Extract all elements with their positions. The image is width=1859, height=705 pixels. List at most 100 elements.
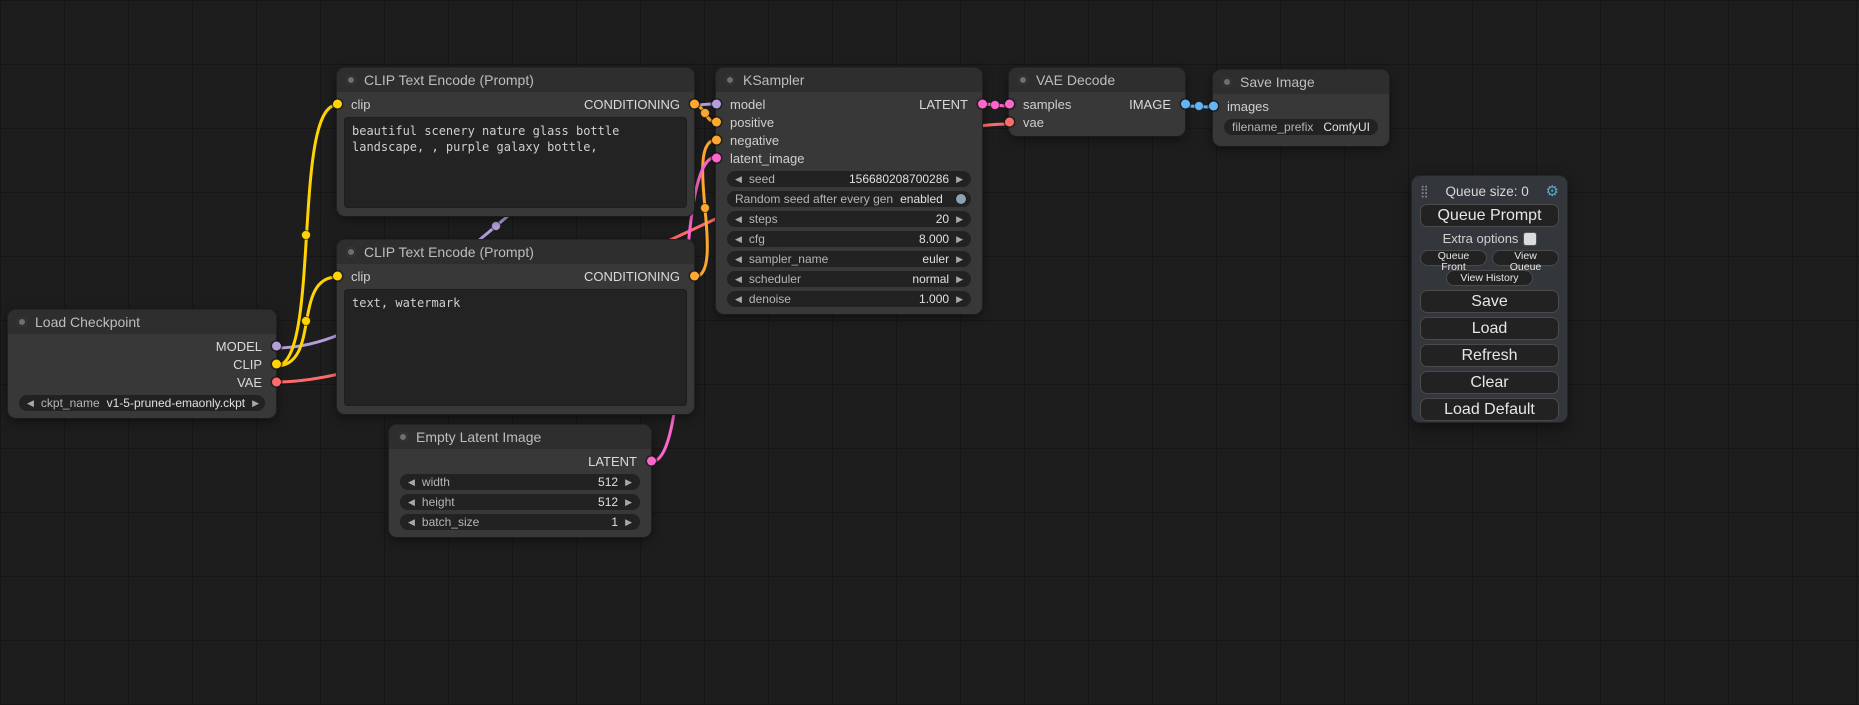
widget-label: ckpt_name	[41, 396, 100, 410]
right-arrow-icon[interactable]: ▶	[625, 518, 632, 527]
collapse-icon[interactable]	[346, 247, 356, 257]
node-save-image[interactable]: Save Image images filename_prefix ComfyU…	[1213, 70, 1389, 146]
widget-label: seed	[749, 172, 775, 186]
node-title-bar[interactable]: KSampler	[716, 68, 982, 92]
collapse-icon[interactable]	[1222, 77, 1232, 87]
clip-output-dot[interactable]	[272, 360, 281, 369]
node-empty-latent-image[interactable]: Empty Latent Image LATENT ◀ width 512 ▶ …	[389, 425, 651, 537]
clear-button[interactable]: Clear	[1420, 371, 1559, 394]
load-default-button[interactable]: Load Default	[1420, 398, 1559, 421]
widget-value: 512	[598, 475, 618, 489]
queue-front-button[interactable]: Queue Front	[1420, 250, 1487, 266]
slot-row: latent_image	[716, 149, 982, 167]
load-button[interactable]: Load	[1420, 317, 1559, 340]
conditioning-output-label: CONDITIONING	[584, 269, 680, 284]
negative-prompt-textarea[interactable]: text, watermark	[344, 289, 687, 406]
widget-label: sampler_name	[749, 252, 828, 266]
widget-value: enabled	[900, 192, 943, 206]
batch-size-widget[interactable]: ◀ batch_size 1 ▶	[400, 514, 640, 530]
left-arrow-icon[interactable]: ◀	[408, 518, 415, 527]
collapse-icon[interactable]	[17, 317, 27, 327]
node-ksampler[interactable]: KSampler model LATENT positive negative …	[716, 68, 982, 314]
right-arrow-icon[interactable]: ▶	[625, 498, 632, 507]
random-seed-toggle-widget[interactable]: Random seed after every gen enabled	[727, 191, 971, 207]
collapse-icon[interactable]	[398, 432, 408, 442]
filename-prefix-widget[interactable]: filename_prefix ComfyUI	[1224, 119, 1378, 135]
model-output-dot[interactable]	[272, 342, 281, 351]
node-title-bar[interactable]: Empty Latent Image	[389, 425, 651, 449]
vae-output-dot[interactable]	[272, 378, 281, 387]
ckpt-name-widget[interactable]: ◀ ckpt_name v1-5-pruned-emaonly.ckpt ▶	[19, 395, 265, 411]
right-arrow-icon[interactable]: ▶	[956, 255, 963, 264]
left-arrow-icon[interactable]: ◀	[735, 275, 742, 284]
right-arrow-icon[interactable]: ▶	[625, 478, 632, 487]
right-arrow-icon[interactable]: ▶	[252, 399, 259, 408]
refresh-button[interactable]: Refresh	[1420, 344, 1559, 367]
steps-widget[interactable]: ◀ steps 20 ▶	[727, 211, 971, 227]
clip-input-label: clip	[351, 269, 371, 284]
latent-output-dot[interactable]	[647, 457, 656, 466]
toggle-knob-icon[interactable]	[956, 194, 966, 204]
queue-size-label: Queue size: 0	[1434, 184, 1541, 199]
queue-prompt-button[interactable]: Queue Prompt	[1420, 204, 1559, 227]
drag-handle-icon[interactable]: ⣿	[1420, 184, 1429, 198]
slot-row: clip CONDITIONING	[337, 267, 694, 285]
extra-options-row: Extra options	[1420, 231, 1559, 246]
denoise-widget[interactable]: ◀ denoise 1.000 ▶	[727, 291, 971, 307]
scheduler-widget[interactable]: ◀ scheduler normal ▶	[727, 271, 971, 287]
widget-label: height	[422, 495, 455, 509]
negative-input-dot[interactable]	[712, 136, 721, 145]
left-arrow-icon[interactable]: ◀	[735, 215, 742, 224]
positive-input-dot[interactable]	[712, 118, 721, 127]
image-output-dot[interactable]	[1181, 100, 1190, 109]
node-load-checkpoint[interactable]: Load Checkpoint MODEL CLIP VAE ◀ ckpt_na…	[8, 310, 276, 418]
right-arrow-icon[interactable]: ▶	[956, 215, 963, 224]
view-queue-button[interactable]: View Queue	[1492, 250, 1559, 266]
width-widget[interactable]: ◀ width 512 ▶	[400, 474, 640, 490]
node-title-bar[interactable]: CLIP Text Encode (Prompt)	[337, 68, 694, 92]
left-arrow-icon[interactable]: ◀	[735, 295, 742, 304]
right-arrow-icon[interactable]: ▶	[956, 175, 963, 184]
save-button[interactable]: Save	[1420, 290, 1559, 313]
vae-input-dot[interactable]	[1005, 118, 1014, 127]
cfg-widget[interactable]: ◀ cfg 8.000 ▶	[727, 231, 971, 247]
slot-row: VAE	[8, 373, 276, 391]
node-title-bar[interactable]: CLIP Text Encode (Prompt)	[337, 240, 694, 264]
conditioning-output-dot[interactable]	[690, 272, 699, 281]
collapse-icon[interactable]	[1018, 75, 1028, 85]
settings-gear-icon[interactable]: ⚙	[1546, 182, 1559, 200]
left-arrow-icon[interactable]: ◀	[735, 175, 742, 184]
model-input-dot[interactable]	[712, 100, 721, 109]
view-history-button[interactable]: View History	[1446, 270, 1532, 286]
right-arrow-icon[interactable]: ▶	[956, 235, 963, 244]
node-title-bar[interactable]: Load Checkpoint	[8, 310, 276, 334]
negative-input-label: negative	[730, 133, 779, 148]
clip-input-dot[interactable]	[333, 272, 342, 281]
node-title-bar[interactable]: VAE Decode	[1009, 68, 1185, 92]
node-title-bar[interactable]: Save Image	[1213, 70, 1389, 94]
conditioning-output-dot[interactable]	[690, 100, 699, 109]
latent-output-dot[interactable]	[978, 100, 987, 109]
latent-image-input-dot[interactable]	[712, 154, 721, 163]
left-arrow-icon[interactable]: ◀	[735, 235, 742, 244]
positive-prompt-textarea[interactable]: beautiful scenery nature glass bottle la…	[344, 117, 687, 208]
collapse-icon[interactable]	[725, 75, 735, 85]
left-arrow-icon[interactable]: ◀	[408, 478, 415, 487]
samples-input-dot[interactable]	[1005, 100, 1014, 109]
right-arrow-icon[interactable]: ▶	[956, 275, 963, 284]
height-widget[interactable]: ◀ height 512 ▶	[400, 494, 640, 510]
clip-input-dot[interactable]	[333, 100, 342, 109]
left-arrow-icon[interactable]: ◀	[27, 399, 34, 408]
left-arrow-icon[interactable]: ◀	[735, 255, 742, 264]
right-arrow-icon[interactable]: ▶	[956, 295, 963, 304]
seed-widget[interactable]: ◀ seed 156680208700286 ▶	[727, 171, 971, 187]
node-vae-decode[interactable]: VAE Decode samples IMAGE vae	[1009, 68, 1185, 136]
widget-value: 1	[611, 515, 618, 529]
left-arrow-icon[interactable]: ◀	[408, 498, 415, 507]
sampler-name-widget[interactable]: ◀ sampler_name euler ▶	[727, 251, 971, 267]
collapse-icon[interactable]	[346, 75, 356, 85]
extra-options-checkbox[interactable]	[1524, 233, 1536, 245]
node-clip-text-encode-negative[interactable]: CLIP Text Encode (Prompt) clip CONDITION…	[337, 240, 694, 414]
node-clip-text-encode-positive[interactable]: CLIP Text Encode (Prompt) clip CONDITION…	[337, 68, 694, 216]
images-input-dot[interactable]	[1209, 102, 1218, 111]
